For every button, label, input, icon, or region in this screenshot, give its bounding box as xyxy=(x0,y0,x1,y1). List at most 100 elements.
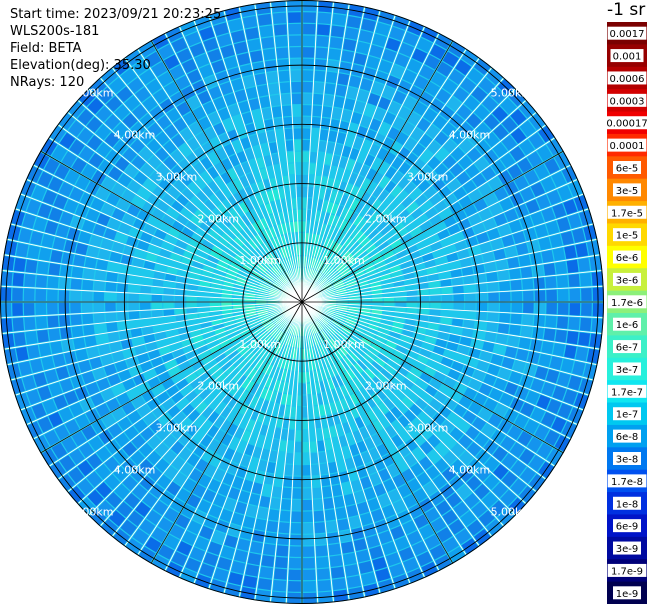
ray-gate xyxy=(282,487,292,499)
ray-gate xyxy=(332,13,347,26)
ray-gate xyxy=(564,245,577,260)
ray-gate xyxy=(429,309,441,316)
ray-gate xyxy=(249,541,263,554)
ray-gate xyxy=(61,252,74,265)
ray-gate xyxy=(209,302,221,307)
ray-gate xyxy=(281,93,291,105)
ray-gate xyxy=(317,579,332,592)
ring-label: 3.00km xyxy=(407,422,449,435)
ray-gate xyxy=(105,292,116,302)
ray-gate xyxy=(487,282,499,292)
ray-gate xyxy=(35,289,47,301)
ray-gate xyxy=(310,140,319,152)
ray-gate xyxy=(58,290,70,302)
colorbar-tick-label: 3e-6 xyxy=(616,275,639,286)
ray-gate xyxy=(383,302,395,307)
ray-gate xyxy=(302,151,310,163)
ray-gate xyxy=(314,70,326,82)
ray-gate xyxy=(556,275,569,288)
ray-gate xyxy=(315,47,328,59)
ray-gate xyxy=(60,327,72,340)
ray-gate xyxy=(81,291,93,302)
ray-gate xyxy=(302,47,315,58)
ray-gate xyxy=(23,303,35,316)
ray-gate xyxy=(309,151,318,163)
ray-gate xyxy=(291,93,302,105)
ray-gate xyxy=(292,488,302,499)
ray-gate xyxy=(275,35,288,48)
ray-gate xyxy=(302,407,308,418)
ray-gate xyxy=(339,61,352,74)
ray-gate xyxy=(556,316,569,329)
ray-gate xyxy=(429,288,441,295)
ray-gate xyxy=(543,263,556,276)
ring-label: 4.00km xyxy=(449,463,491,476)
ray-gate xyxy=(302,163,309,174)
ray-gate xyxy=(278,522,290,534)
colorbar-tick-label: 3e-5 xyxy=(616,186,639,197)
ray-gate xyxy=(163,302,174,309)
ray-gate xyxy=(499,291,511,302)
ray-gate xyxy=(60,264,72,277)
ray-gate xyxy=(47,276,59,289)
ray-gate xyxy=(163,295,174,302)
ray-gate xyxy=(302,453,310,465)
ray-gate xyxy=(313,499,323,511)
ray-gate xyxy=(320,474,331,487)
ray-gate xyxy=(343,552,357,566)
ray-gate xyxy=(315,545,328,557)
ray-gate xyxy=(581,287,592,301)
ray-gate xyxy=(279,510,291,522)
ray-gate xyxy=(286,151,295,163)
ray-gate xyxy=(186,296,197,302)
ray-gate xyxy=(58,302,70,314)
nrays: NRays: 120 xyxy=(10,75,85,90)
ray-gate xyxy=(296,395,302,406)
ray-gate xyxy=(35,275,48,288)
ray-gate xyxy=(302,209,307,221)
ray-gate xyxy=(272,12,287,25)
ray-gate xyxy=(266,520,278,533)
ray-gate xyxy=(302,430,309,441)
ray-gate xyxy=(541,249,554,263)
ray-gate xyxy=(48,263,61,276)
ray-gate xyxy=(38,343,52,357)
ray-gate xyxy=(151,294,163,302)
ray-gate xyxy=(310,452,319,464)
ray-gate xyxy=(270,94,281,107)
ray-gate xyxy=(81,302,93,313)
ray-gate xyxy=(518,254,531,267)
ray-gate xyxy=(541,341,554,355)
ray-gate xyxy=(534,302,546,314)
ray-gate xyxy=(284,128,293,140)
ray-gate xyxy=(311,128,320,140)
ray-gate xyxy=(465,293,476,302)
ray-gate xyxy=(264,532,277,544)
ray-gate xyxy=(277,533,289,545)
ray-gate xyxy=(273,117,284,130)
ray-gate xyxy=(128,302,139,311)
ray-gate xyxy=(555,261,567,275)
ray-gate xyxy=(407,302,418,308)
ring-label: 4.00km xyxy=(114,129,156,142)
ray-gate xyxy=(313,93,323,105)
ray-gate xyxy=(288,23,301,35)
scan-info: Start time: 2023/09/21 20:23:25 WLS200s-… xyxy=(10,6,221,91)
ray-gate xyxy=(93,291,105,302)
ray-gate xyxy=(302,93,313,105)
ray-gate xyxy=(70,278,82,290)
instrument-name: WLS200s-181 xyxy=(10,24,100,39)
ray-gate xyxy=(315,59,327,71)
ray-gate xyxy=(302,476,311,488)
ray-gate xyxy=(302,81,313,93)
colorbar-tick-label: 6e-5 xyxy=(616,164,639,175)
ray-gate xyxy=(488,302,499,312)
ray-gate xyxy=(441,309,453,318)
ray-gate xyxy=(302,441,310,453)
ray-gate xyxy=(324,509,336,521)
ray-gate xyxy=(151,302,163,310)
ray-gate xyxy=(344,27,359,40)
ray-gate xyxy=(545,276,557,289)
ring-label: 5.00km xyxy=(491,505,533,518)
ray-gate xyxy=(293,128,302,139)
